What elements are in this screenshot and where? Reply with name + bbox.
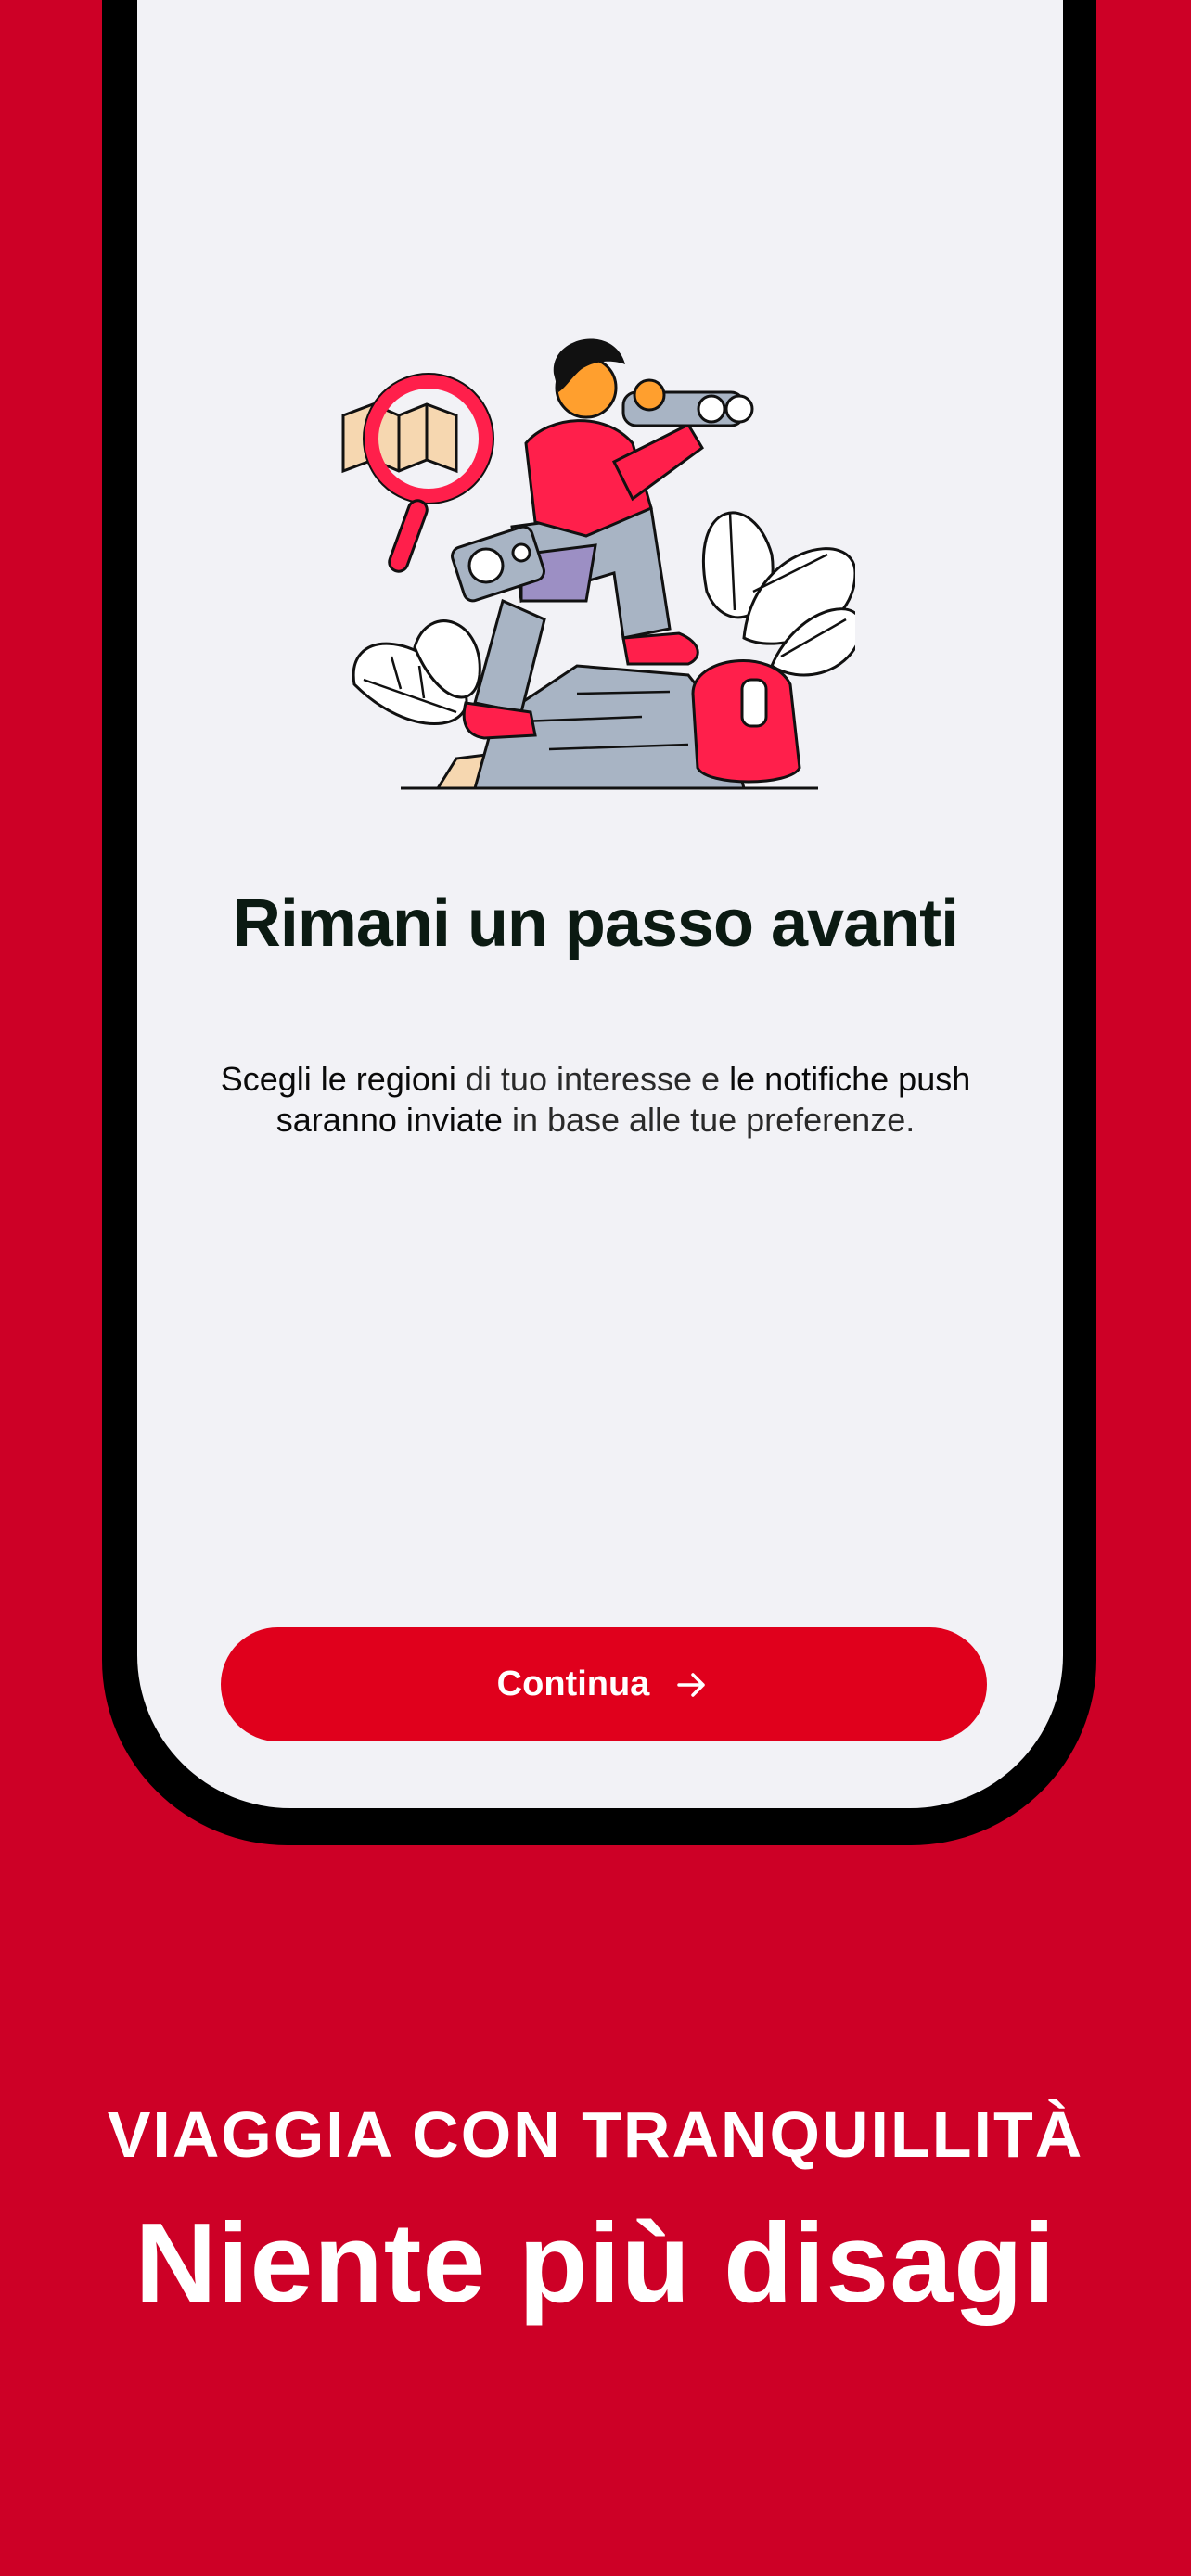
- continue-button[interactable]: Continua: [221, 1627, 987, 1741]
- description-part-4: in base alle tue preferenze.: [502, 1101, 916, 1139]
- description-part-2: di tuo interesse e: [455, 1060, 730, 1098]
- continue-button-label: Continua: [496, 1664, 650, 1703]
- description-part-1: Scegli le regioni: [220, 1060, 456, 1098]
- onboarding-description: Scegli le regioni di tuo interesse e le …: [158, 1059, 1033, 1141]
- explorer-with-binoculars-illustration: [341, 338, 855, 790]
- onboarding-title: Rimani un passo avanti: [232, 886, 959, 961]
- promo-tagline: VIAGGIA CON TRANQUILLITÀ: [107, 2098, 1084, 2171]
- promo-headline: Niente più disagi: [134, 2200, 1057, 2326]
- arrow-right-icon: [677, 1672, 706, 1697]
